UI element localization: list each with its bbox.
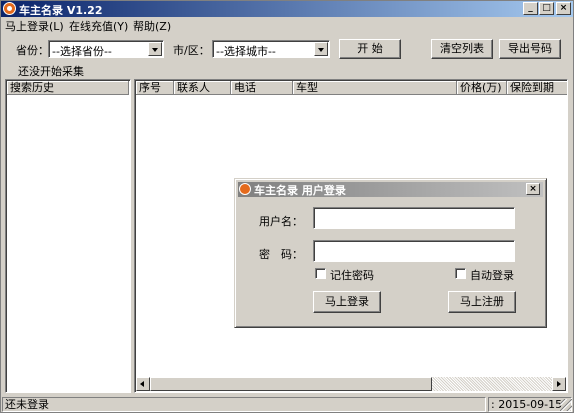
window-title: 车主名录 V1.22 xyxy=(19,4,103,17)
col-header-model[interactable]: 车型 xyxy=(293,81,457,95)
city-select[interactable]: --选择城市-- xyxy=(212,40,330,58)
menu-recharge[interactable]: 在线充值(Y) xyxy=(69,18,128,34)
col-header-index[interactable]: 序号 xyxy=(136,81,174,95)
register-button[interactable]: 马上注册 xyxy=(448,291,516,313)
export-numbers-button[interactable]: 导出号码 xyxy=(499,39,561,59)
city-value: --选择城市-- xyxy=(216,45,276,58)
remember-password-label[interactable]: 记住密码 xyxy=(330,267,374,283)
username-label: 用户名： xyxy=(259,215,303,228)
scroll-left-icon[interactable] xyxy=(136,377,150,391)
city-label: 市/区： xyxy=(173,44,210,57)
col-header-contact[interactable]: 联系人 xyxy=(174,81,231,95)
login-dialog-title-bar[interactable]: 车主名录 用户登录 × xyxy=(238,182,543,197)
province-label: 省份： xyxy=(16,44,49,57)
login-button[interactable]: 马上登录 xyxy=(313,291,381,313)
close-icon[interactable]: × xyxy=(526,183,540,195)
scroll-right-icon[interactable] xyxy=(552,377,566,391)
auto-login-checkbox[interactable] xyxy=(455,268,466,279)
horizontal-scrollbar[interactable] xyxy=(136,377,566,391)
title-bar[interactable]: 车主名录 V1.22 _ □ × xyxy=(1,1,573,17)
username-field[interactable] xyxy=(313,207,515,229)
province-value: --选择省份-- xyxy=(52,45,112,58)
main-window: 车主名录 V1.22 _ □ × 马上登录(L) 在线充值(Y) 帮助(Z) 省… xyxy=(0,0,574,413)
dropdown-arrow-icon[interactable] xyxy=(148,42,162,56)
scrollbar-thumb[interactable] xyxy=(150,377,432,391)
collect-status: 还没开始采集 xyxy=(18,65,84,78)
toolbar: 省份： --选择省份-- 市/区： --选择城市-- 开 始 清空列表 导出号码… xyxy=(1,34,573,78)
password-label: 密 码： xyxy=(259,248,303,261)
menu-bar: 马上登录(L) 在线充值(Y) 帮助(Z) xyxy=(1,17,573,34)
start-button[interactable]: 开 始 xyxy=(339,39,401,59)
auto-login-label[interactable]: 自动登录 xyxy=(470,267,514,283)
menu-help[interactable]: 帮助(Z) xyxy=(133,18,171,34)
login-dialog: 车主名录 用户登录 × 用户名： 密 码： 记住密码 自动登录 马上登录 马上注… xyxy=(234,178,547,328)
dropdown-arrow-icon[interactable] xyxy=(314,42,328,56)
app-icon xyxy=(239,183,251,195)
maximize-button[interactable]: □ xyxy=(539,2,554,15)
close-button[interactable]: × xyxy=(556,2,571,15)
search-history-list[interactable]: 搜索历史 xyxy=(5,79,131,393)
province-select[interactable]: --选择省份-- xyxy=(48,40,164,58)
menu-login[interactable]: 马上登录(L) xyxy=(5,18,64,34)
password-field[interactable] xyxy=(313,240,515,262)
app-icon xyxy=(3,2,16,15)
col-header-price[interactable]: 价格(万) xyxy=(457,81,507,95)
clear-list-button[interactable]: 清空列表 xyxy=(431,39,493,59)
search-history-header[interactable]: 搜索历史 xyxy=(7,81,129,95)
minimize-button[interactable]: _ xyxy=(523,2,538,15)
col-header-insurance[interactable]: 保险到期 xyxy=(507,81,567,95)
login-status: 还未登录 xyxy=(2,397,486,412)
resize-grip-icon[interactable] xyxy=(560,399,572,411)
remember-password-checkbox[interactable] xyxy=(315,268,326,279)
status-bar: 还未登录 : 2015-09-15 xyxy=(1,397,573,412)
login-dialog-title: 车主名录 用户登录 xyxy=(254,184,346,197)
col-header-phone[interactable]: 电话 xyxy=(231,81,293,95)
